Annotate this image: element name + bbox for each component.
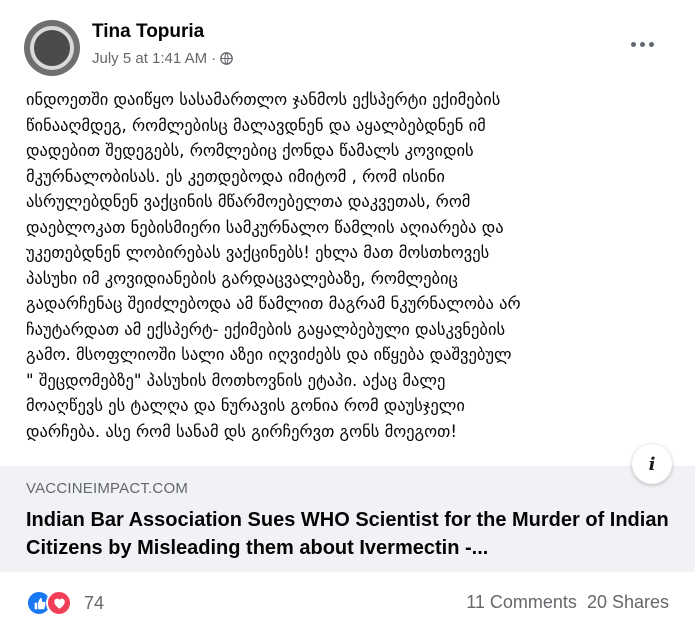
post-footer: 74 11 Comments 20 Shares — [0, 580, 695, 630]
info-icon[interactable]: i — [632, 444, 672, 484]
comments-count[interactable]: 11 Comments — [466, 592, 577, 613]
avatar-image — [30, 26, 74, 70]
more-options-button[interactable] — [622, 30, 662, 58]
avatar[interactable] — [24, 20, 80, 76]
facebook-post: Tina Topuria July 5 at 1:41 AM · ინდოეთშ… — [0, 0, 695, 633]
more-options-icon — [639, 41, 645, 47]
link-title[interactable]: Indian Bar Association Sues WHO Scientis… — [26, 506, 676, 562]
post-stats: 11 Comments 20 Shares — [466, 592, 669, 613]
post-timestamp[interactable]: July 5 at 1:41 AM — [92, 50, 207, 67]
reaction-count[interactable]: 74 — [84, 593, 104, 614]
heart-icon — [53, 598, 65, 609]
post-header: Tina Topuria July 5 at 1:41 AM · — [0, 0, 695, 90]
more-options-icon — [630, 41, 636, 47]
reactions-summary[interactable]: 74 — [26, 590, 104, 616]
thumbs-up-icon — [34, 597, 46, 609]
author-name[interactable]: Tina Topuria — [92, 21, 204, 43]
post-text: ინდოეთში დაიწყო სასამართლო ჯანმოს ექსპერ… — [26, 90, 521, 441]
love-icon — [46, 590, 72, 616]
shares-count[interactable]: 20 Shares — [587, 592, 669, 613]
globe-icon — [220, 52, 233, 65]
link-domain[interactable]: VACCINEIMPACT.COM — [26, 480, 188, 497]
meta-separator: · — [211, 50, 217, 67]
post-meta: July 5 at 1:41 AM · — [92, 50, 233, 67]
more-options-icon — [648, 41, 654, 47]
